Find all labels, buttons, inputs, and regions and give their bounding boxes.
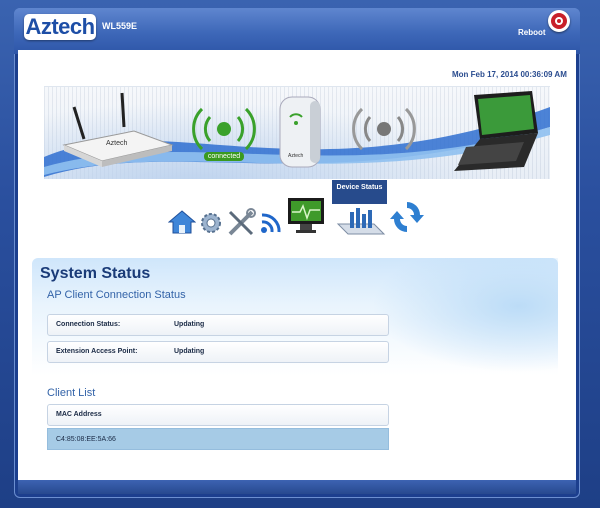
extender-graphic: Aztech [279,96,321,168]
laptop-graphic [454,91,538,171]
reboot-label[interactable]: Reboot [518,28,546,37]
extension-ap-row: Extension Access Point: Updating [47,341,389,363]
svg-text:Aztech: Aztech [288,153,304,159]
wireless-icon[interactable] [258,208,284,236]
extension-ap-value: Updating [174,348,205,355]
home-icon[interactable] [168,208,196,236]
svg-text:Aztech: Aztech [106,140,128,147]
date-time: Mon Feb 17, 2014 00:36:09 AM [452,70,567,79]
banner-illustration: Aztech Aztech [44,86,550,179]
tab-device-status[interactable]: Device Status [332,180,387,204]
wireless-signal-graphic [352,107,416,151]
reboot-button[interactable] [548,10,570,32]
page-title: System Status [40,265,151,282]
connected-signal-graphic [192,107,256,151]
aztech-logo: Aztech [24,14,96,40]
connection-status-row: Connection Status: Updating [47,314,389,336]
extension-ap-label: Extension Access Point: [56,348,138,355]
monitor-icon[interactable] [286,196,326,234]
gear-icon[interactable] [198,210,224,236]
banner-graphic: Aztech Aztech [44,91,550,177]
client-table-header: MAC Address [47,404,389,426]
mac-address-cell: C4:85:08:EE:5A:66 [56,436,116,443]
connection-status-label: Connection Status: [56,321,121,328]
model-name: WL559E [102,21,138,31]
tools-icon[interactable] [226,208,256,238]
header-bar [14,8,580,54]
connected-badge: connected [204,152,244,161]
device-status-icon[interactable] [334,204,386,238]
connection-status-value: Updating [174,321,205,328]
footer-bar [18,480,576,494]
ap-section-title: AP Client Connection Status [47,289,186,301]
table-row[interactable]: C4:85:08:EE:5A:66 [47,428,389,450]
refresh-icon[interactable] [390,198,424,236]
mac-address-column-header: MAC Address [56,411,102,418]
client-list-title: Client List [47,387,96,399]
